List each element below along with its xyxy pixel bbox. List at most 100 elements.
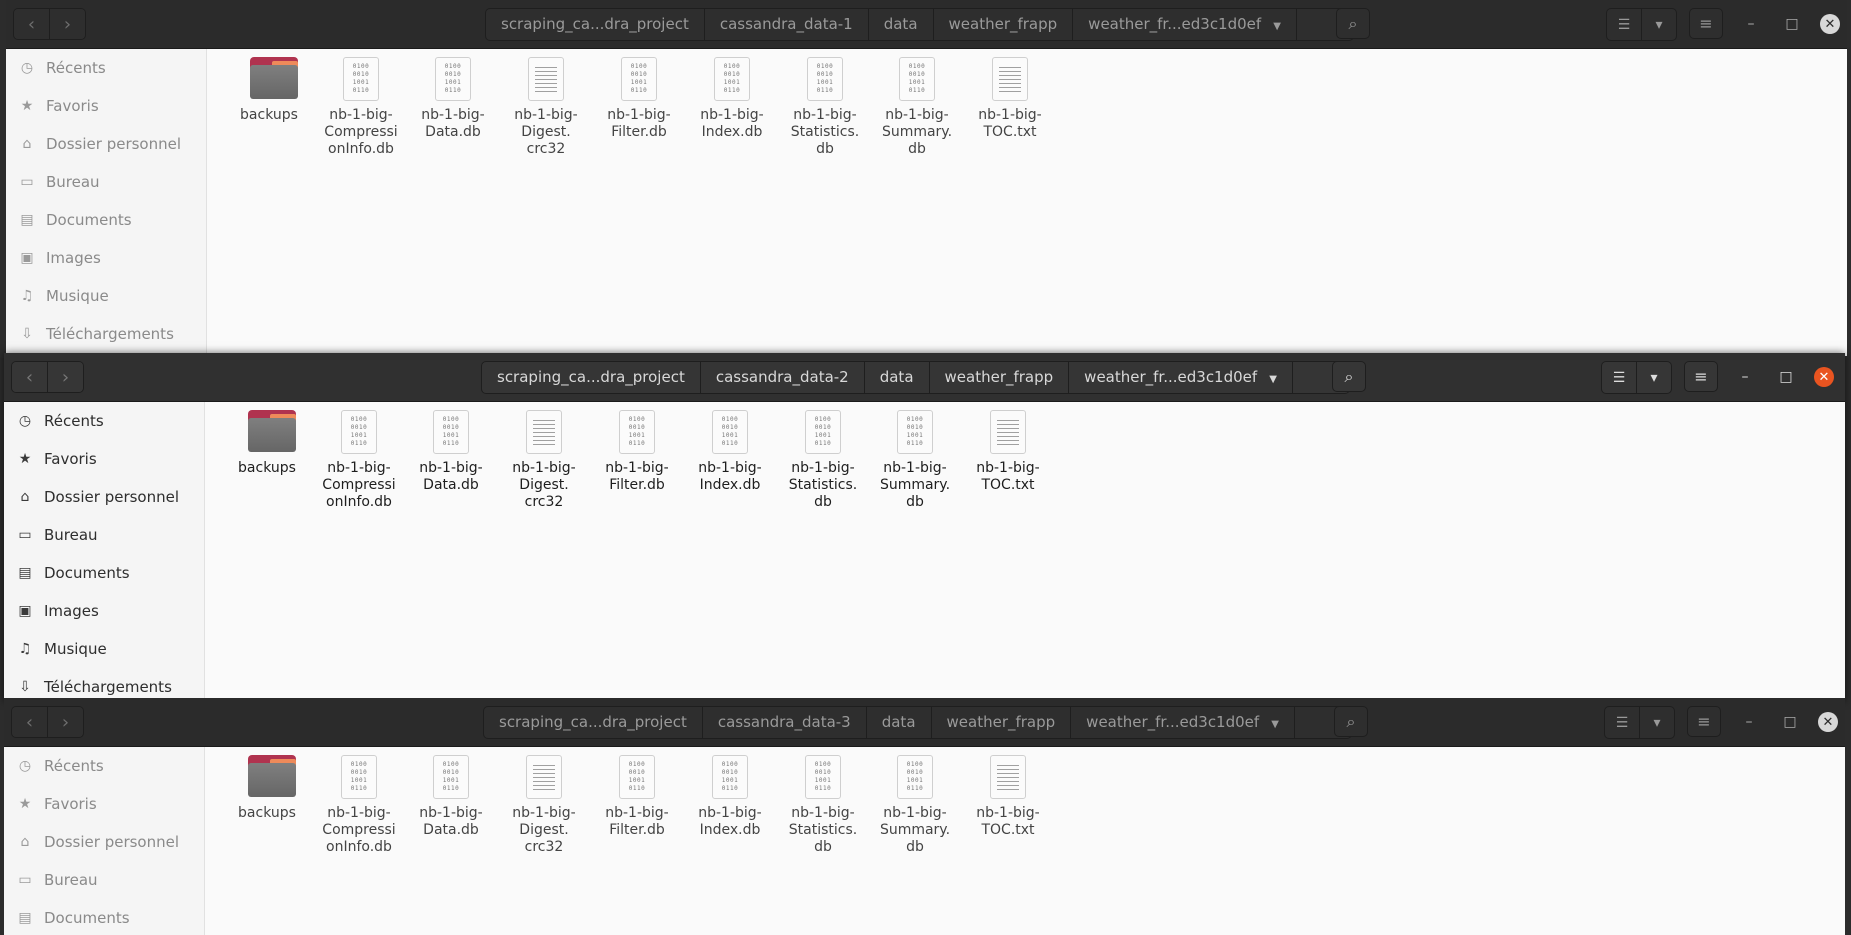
chevron-down-icon[interactable]: ▼ [1273,21,1281,32]
path-segment[interactable]: weather_frapp [928,362,1069,393]
path-segment[interactable]: weather_fr...ed3c1d0ef ▼ [1068,362,1292,393]
file-item[interactable]: 0100 0010 1001 0110 nb-1-big- Statistics. db [779,57,871,158]
minimize-button[interactable]: – [1739,712,1759,732]
search-button[interactable]: ⌕ [1334,706,1368,737]
minimize-icon: – [1745,714,1753,730]
sidebar-item[interactable]: ▤ Documents [4,899,204,935]
path-segment[interactable]: data [867,9,933,40]
chevron-down-icon[interactable]: ▼ [1271,719,1279,730]
sidebar-item[interactable]: ★ Favoris [4,785,204,823]
sidebar-item[interactable]: ⇩ Téléchargements [6,315,206,353]
forward-button[interactable]: › [47,362,83,392]
maximize-button[interactable]: □ [1780,712,1800,732]
file-item[interactable]: 0100 0010 1001 0110 nb-1-big- Data.db [405,755,497,839]
folder-item[interactable]: backups [221,410,313,477]
sidebar-item[interactable]: ⌂ Dossier personnel [4,478,204,516]
menu-button[interactable]: ≡ [1684,361,1718,392]
search-button[interactable]: ⌕ [1336,8,1370,39]
file-item[interactable]: 0100 0010 1001 0110 nb-1-big- Statistics. db [777,410,869,511]
sidebar-item[interactable]: ◷ Récents [4,747,204,785]
file-item[interactable]: nb-1-big- Digest. crc32 [498,755,590,856]
path-segment[interactable]: cassandra_data-1 [703,9,868,40]
binary-file-icon: 0100 0010 1001 0110 [618,755,656,801]
close-button[interactable]: ✕ [1814,367,1834,387]
sidebar-item[interactable]: ♫ Musique [4,630,204,668]
path-segment[interactable]: weather_frapp [930,707,1071,738]
sidebar-item[interactable]: ★ Favoris [4,440,204,478]
file-item[interactable]: 0100 0010 1001 0110 nb-1-big- Compressi onInfo… [315,57,407,158]
chevron-down-icon[interactable]: ▼ [1269,374,1277,385]
file-item[interactable]: 0100 0010 1001 0110 nb-1-big- Filter.db [591,410,683,494]
path-segment[interactable]: weather_frapp [932,9,1073,40]
menu-button[interactable]: ≡ [1689,8,1723,39]
maximize-button[interactable]: □ [1776,367,1796,387]
file-item[interactable]: 0100 0010 1001 0110 nb-1-big- Summary. db [871,57,963,158]
close-button[interactable]: ✕ [1820,14,1840,34]
back-button[interactable]: ‹ [12,707,47,737]
close-button[interactable]: ✕ [1818,712,1838,732]
minimize-button[interactable]: – [1735,367,1755,387]
file-item[interactable]: 0100 0010 1001 0110 nb-1-big- Summary. db [869,410,961,511]
list-view-button[interactable]: ☰ [1602,362,1636,393]
file-item[interactable]: 0100 0010 1001 0110 nb-1-big- Data.db [407,57,499,141]
path-segment[interactable]: scraping_ca...dra_project [486,9,704,40]
sidebar-item[interactable]: ▤ Documents [4,554,204,592]
sidebar-item[interactable]: ▣ Images [4,592,204,630]
back-button[interactable]: ‹ [12,362,47,392]
file-item[interactable]: nb-1-big- Digest. crc32 [498,410,590,511]
forward-button[interactable]: › [49,9,85,39]
back-button[interactable]: ‹ [14,9,49,39]
path-segment-label: cassandra_data-3 [717,713,851,731]
file-item[interactable]: 0100 0010 1001 0110 nb-1-big- Statistics. db [777,755,869,856]
sidebar-item[interactable]: ◷ Récents [6,49,206,87]
path-segment[interactable]: weather_fr...ed3c1d0ef ▼ [1070,707,1294,738]
menu-button[interactable]: ≡ [1687,706,1721,737]
sidebar-item[interactable]: ◷ Récents [4,402,204,440]
path-segment[interactable]: scraping_ca...dra_project [482,362,700,393]
sidebar-item[interactable]: ⌂ Dossier personnel [4,823,204,861]
sidebar-item[interactable]: ▣ Images [6,239,206,277]
path-segment[interactable]: data [863,362,929,393]
close-icon: ✕ [1822,714,1834,730]
search-button[interactable]: ⌕ [1332,361,1366,392]
desktop-icon: ▭ [20,174,34,190]
file-item[interactable]: 0100 0010 1001 0110 nb-1-big- Filter.db [591,755,683,839]
minimize-button[interactable]: – [1741,14,1761,34]
path-segment[interactable]: scraping_ca...dra_project [484,707,702,738]
path-segment[interactable]: cassandra_data-3 [701,707,866,738]
sidebar-item[interactable]: ▤ Documents [6,201,206,239]
forward-button[interactable]: › [47,707,83,737]
clock-icon: ◷ [18,413,32,429]
list-view-button[interactable]: ☰ [1605,707,1639,738]
folder-item[interactable]: backups [221,755,313,822]
file-item[interactable]: 0100 0010 1001 0110 nb-1-big- Summary. db [869,755,961,856]
file-item[interactable]: nb-1-big- TOC.txt [962,410,1054,494]
path-segment[interactable]: data [865,707,931,738]
file-item[interactable]: 0100 0010 1001 0110 nb-1-big- Compressi onInfo… [313,755,405,856]
file-item[interactable]: 0100 0010 1001 0110 nb-1-big- Filter.db [593,57,685,141]
list-view-button[interactable]: ☰ [1607,9,1641,40]
sidebar-item[interactable]: ▭ Bureau [4,516,204,554]
view-options-dropdown[interactable]: ▾ [1641,9,1676,40]
sidebar-item[interactable]: ⇩ Téléchargements [4,668,204,701]
folder-item[interactable]: backups [223,57,315,124]
file-item[interactable]: 0100 0010 1001 0110 nb-1-big- Compressi onInfo… [313,410,405,511]
view-options-dropdown[interactable]: ▾ [1639,707,1674,738]
file-item[interactable]: 0100 0010 1001 0110 nb-1-big- Index.db [684,755,776,839]
sidebar-item[interactable]: ▭ Bureau [4,861,204,899]
sidebar-item[interactable]: ★ Favoris [6,87,206,125]
file-item[interactable]: nb-1-big- TOC.txt [964,57,1056,141]
file-item[interactable]: nb-1-big- TOC.txt [962,755,1054,839]
sidebar-item[interactable]: ⌂ Dossier personnel [6,125,206,163]
sidebar-item[interactable]: ▭ Bureau [6,163,206,201]
file-item[interactable]: nb-1-big- Digest. crc32 [500,57,592,158]
file-item[interactable]: 0100 0010 1001 0110 nb-1-big- Index.db [686,57,778,141]
file-item[interactable]: 0100 0010 1001 0110 nb-1-big- Index.db [684,410,776,494]
maximize-button[interactable]: □ [1782,14,1802,34]
view-options-dropdown[interactable]: ▾ [1636,362,1671,393]
path-segment[interactable]: cassandra_data-2 [699,362,864,393]
path-segment[interactable]: weather_fr...ed3c1d0ef ▼ [1072,9,1296,40]
file-item[interactable]: 0100 0010 1001 0110 nb-1-big- Data.db [405,410,497,494]
sidebar-item[interactable]: ♫ Musique [6,277,206,315]
path-segment-label: scraping_ca...dra_project [499,713,687,731]
